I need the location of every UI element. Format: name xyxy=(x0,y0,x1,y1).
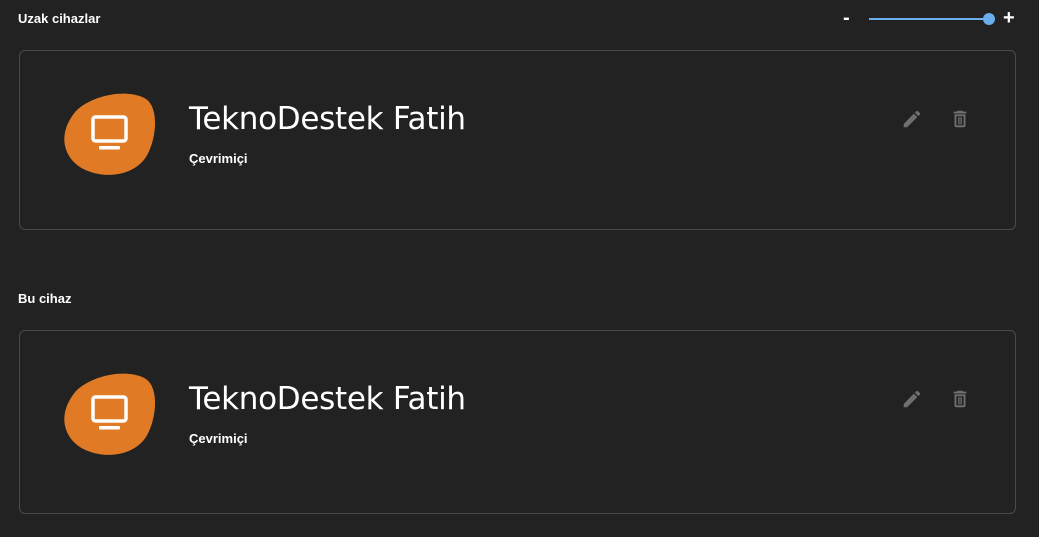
trash-icon[interactable] xyxy=(949,388,971,410)
device-name: TeknoDestek Fatih xyxy=(189,101,466,137)
pencil-icon[interactable] xyxy=(901,388,923,410)
trash-icon[interactable] xyxy=(949,108,971,130)
zoom-in-button[interactable]: + xyxy=(1003,7,1015,29)
zoom-slider-thumb[interactable] xyxy=(983,13,995,25)
local-device-card[interactable]: TeknoDestek Fatih Çevrimiçi xyxy=(19,330,1016,514)
this-device-heading: Bu cihaz xyxy=(18,291,72,306)
device-status: Çevrimiçi xyxy=(189,431,248,446)
zoom-slider-track[interactable] xyxy=(869,18,990,20)
zoom-control: - + xyxy=(840,7,1025,30)
zoom-out-button[interactable]: - xyxy=(843,7,850,29)
remote-devices-heading: Uzak cihazlar xyxy=(18,11,101,26)
pencil-icon[interactable] xyxy=(901,108,923,130)
device-status: Çevrimiçi xyxy=(189,151,248,166)
remote-device-card[interactable]: TeknoDestek Fatih Çevrimiçi xyxy=(19,50,1016,230)
device-avatar xyxy=(64,373,156,455)
device-name: TeknoDestek Fatih xyxy=(189,381,466,417)
device-avatar xyxy=(64,93,156,175)
